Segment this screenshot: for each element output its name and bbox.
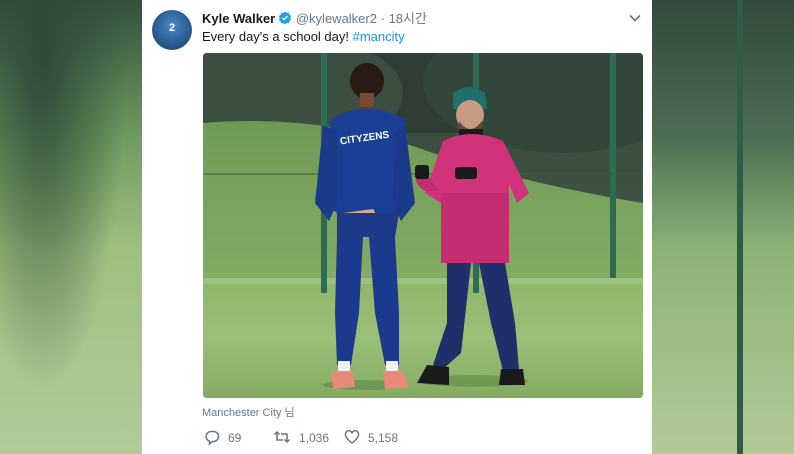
reply-count: 69 — [228, 431, 242, 445]
tweet-text-body: Every day's a school day! — [202, 29, 353, 44]
tweet-header: Kyle Walker @kylewalker2 · 18시간 — [202, 10, 427, 28]
separator-dot: · — [380, 11, 385, 26]
like-count: 5,158 — [368, 431, 399, 445]
tweet-photo[interactable]: CITYZENS — [203, 53, 643, 398]
reply-button[interactable]: 69 — [204, 428, 241, 448]
blurred-background-right — [652, 0, 794, 454]
avatar[interactable]: 2 — [152, 10, 192, 50]
tweet-text: Every day's a school day! #mancity — [202, 28, 405, 46]
retweet-button[interactable]: 1,036 — [273, 428, 329, 448]
retweet-icon — [273, 430, 291, 444]
author-handle[interactable]: @kylewalker2 — [296, 11, 377, 26]
blurred-background-left — [0, 0, 142, 454]
reply-icon — [205, 430, 220, 446]
verified-badge-icon — [279, 11, 292, 25]
like-button[interactable]: 5,158 — [344, 428, 398, 448]
tweet-card: 2 Kyle Walker @kylewalker2 · 18시간 Every … — [142, 0, 652, 454]
author-name[interactable]: Kyle Walker — [202, 11, 275, 26]
heart-icon — [344, 429, 360, 444]
photo-illustration: CITYZENS — [203, 53, 643, 398]
avatar-number: 2 — [168, 22, 176, 34]
location-link[interactable]: Manchester City 님 — [202, 404, 295, 420]
chevron-down-icon[interactable] — [629, 12, 641, 24]
hashtag-link[interactable]: #mancity — [353, 29, 405, 44]
retweet-count: 1,036 — [299, 431, 330, 445]
tweet-time[interactable]: 18시간 — [389, 11, 427, 26]
